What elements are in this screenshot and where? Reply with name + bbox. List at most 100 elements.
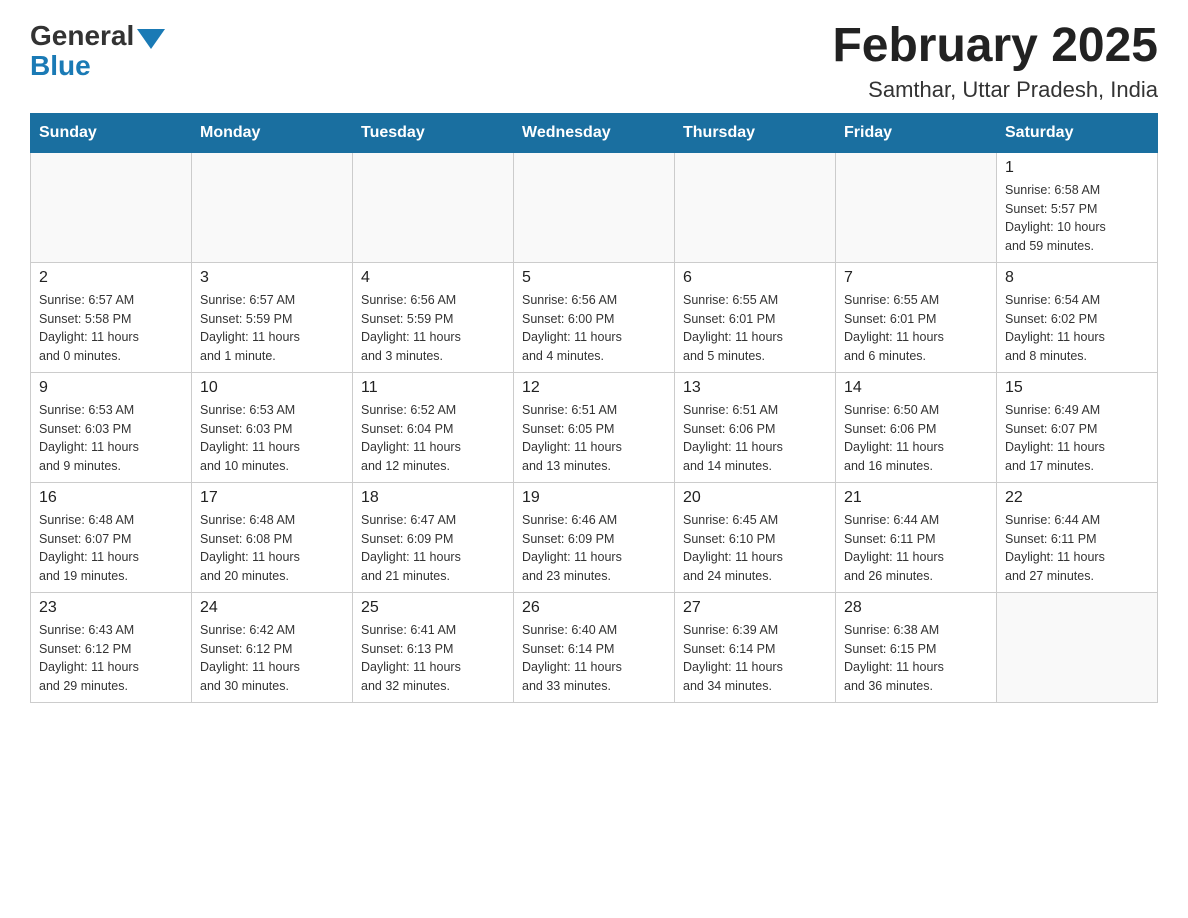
day-info: Sunrise: 6:47 AMSunset: 6:09 PMDaylight:…: [361, 513, 461, 583]
day-info: Sunrise: 6:56 AMSunset: 5:59 PMDaylight:…: [361, 293, 461, 363]
day-number: 10: [200, 379, 344, 397]
calendar-cell: 19Sunrise: 6:46 AMSunset: 6:09 PMDayligh…: [514, 482, 675, 592]
day-info: Sunrise: 6:42 AMSunset: 6:12 PMDaylight:…: [200, 623, 300, 693]
day-number: 27: [683, 599, 827, 617]
day-info: Sunrise: 6:48 AMSunset: 6:07 PMDaylight:…: [39, 513, 139, 583]
day-info: Sunrise: 6:57 AMSunset: 5:58 PMDaylight:…: [39, 293, 139, 363]
day-info: Sunrise: 6:49 AMSunset: 6:07 PMDaylight:…: [1005, 403, 1105, 473]
day-info: Sunrise: 6:41 AMSunset: 6:13 PMDaylight:…: [361, 623, 461, 693]
day-info: Sunrise: 6:50 AMSunset: 6:06 PMDaylight:…: [844, 403, 944, 473]
day-info: Sunrise: 6:54 AMSunset: 6:02 PMDaylight:…: [1005, 293, 1105, 363]
day-number: 18: [361, 489, 505, 507]
day-info: Sunrise: 6:52 AMSunset: 6:04 PMDaylight:…: [361, 403, 461, 473]
day-number: 5: [522, 269, 666, 287]
calendar-cell: 21Sunrise: 6:44 AMSunset: 6:11 PMDayligh…: [836, 482, 997, 592]
weekday-header-thursday: Thursday: [675, 113, 836, 152]
weekday-header-row: SundayMondayTuesdayWednesdayThursdayFrid…: [31, 113, 1158, 152]
day-info: Sunrise: 6:44 AMSunset: 6:11 PMDaylight:…: [844, 513, 944, 583]
calendar-cell: 4 Sunrise: 6:56 AMSunset: 5:59 PMDaylight…: [353, 262, 514, 372]
day-number: 24: [200, 599, 344, 617]
calendar-cell: 26 Sunrise: 6:40 AMSunset: 6:14 PMDayligh…: [514, 592, 675, 702]
week-row-3: 9Sunrise: 6:53 AMSunset: 6:03 PMDaylight…: [31, 372, 1158, 482]
calendar-cell: 10 Sunrise: 6:53 AMSunset: 6:03 PMDayligh…: [192, 372, 353, 482]
calendar-cell: 2 Sunrise: 6:57 AMSunset: 5:58 PMDaylight…: [31, 262, 192, 372]
day-info: Sunrise: 6:39 AMSunset: 6:14 PMDaylight:…: [683, 623, 783, 693]
calendar-cell: 25 Sunrise: 6:41 AMSunset: 6:13 PMDayligh…: [353, 592, 514, 702]
weekday-header-wednesday: Wednesday: [514, 113, 675, 152]
day-number: 7: [844, 269, 988, 287]
week-row-4: 16 Sunrise: 6:48 AMSunset: 6:07 PMDayligh…: [31, 482, 1158, 592]
calendar-body: 1Sunrise: 6:58 AMSunset: 5:57 PMDaylight…: [31, 152, 1158, 702]
day-info: Sunrise: 6:51 AMSunset: 6:05 PMDaylight:…: [522, 403, 622, 473]
calendar-cell: 22 Sunrise: 6:44 AMSunset: 6:11 PMDayligh…: [997, 482, 1158, 592]
calendar-cell: 7 Sunrise: 6:55 AMSunset: 6:01 PMDaylight…: [836, 262, 997, 372]
calendar-cell: 9Sunrise: 6:53 AMSunset: 6:03 PMDaylight…: [31, 372, 192, 482]
day-number: 28: [844, 599, 988, 617]
calendar-cell: 11 Sunrise: 6:52 AMSunset: 6:04 PMDayligh…: [353, 372, 514, 482]
calendar-cell: [836, 152, 997, 262]
calendar-cell: 17Sunrise: 6:48 AMSunset: 6:08 PMDayligh…: [192, 482, 353, 592]
day-number: 14: [844, 379, 988, 397]
week-row-2: 2 Sunrise: 6:57 AMSunset: 5:58 PMDaylight…: [31, 262, 1158, 372]
calendar-cell: 24 Sunrise: 6:42 AMSunset: 6:12 PMDayligh…: [192, 592, 353, 702]
logo: General Blue: [30, 20, 165, 82]
logo-blue-text: Blue: [30, 50, 91, 82]
weekday-header-friday: Friday: [836, 113, 997, 152]
day-number: 13: [683, 379, 827, 397]
day-number: 3: [200, 269, 344, 287]
day-number: 11: [361, 379, 505, 397]
weekday-header-monday: Monday: [192, 113, 353, 152]
day-info: Sunrise: 6:48 AMSunset: 6:08 PMDaylight:…: [200, 513, 300, 583]
calendar-cell: 27 Sunrise: 6:39 AMSunset: 6:14 PMDayligh…: [675, 592, 836, 702]
day-number: 12: [522, 379, 666, 397]
day-info: Sunrise: 6:57 AMSunset: 5:59 PMDaylight:…: [200, 293, 300, 363]
weekday-header-saturday: Saturday: [997, 113, 1158, 152]
day-info: Sunrise: 6:53 AMSunset: 6:03 PMDaylight:…: [200, 403, 300, 473]
calendar-cell: [353, 152, 514, 262]
day-number: 16: [39, 489, 183, 507]
calendar-cell: 13 Sunrise: 6:51 AMSunset: 6:06 PMDayligh…: [675, 372, 836, 482]
day-info: Sunrise: 6:40 AMSunset: 6:14 PMDaylight:…: [522, 623, 622, 693]
day-info: Sunrise: 6:53 AMSunset: 6:03 PMDaylight:…: [39, 403, 139, 473]
day-number: 8: [1005, 269, 1149, 287]
day-number: 26: [522, 599, 666, 617]
calendar-cell: 1Sunrise: 6:58 AMSunset: 5:57 PMDaylight…: [997, 152, 1158, 262]
day-number: 4: [361, 269, 505, 287]
day-info: Sunrise: 6:38 AMSunset: 6:15 PMDaylight:…: [844, 623, 944, 693]
weekday-header-sunday: Sunday: [31, 113, 192, 152]
title-area: February 2025 Samthar, Uttar Pradesh, In…: [832, 20, 1158, 103]
calendar-cell: 3 Sunrise: 6:57 AMSunset: 5:59 PMDaylight…: [192, 262, 353, 372]
day-info: Sunrise: 6:55 AMSunset: 6:01 PMDaylight:…: [683, 293, 783, 363]
day-number: 2: [39, 269, 183, 287]
day-number: 20: [683, 489, 827, 507]
day-info: Sunrise: 6:45 AMSunset: 6:10 PMDaylight:…: [683, 513, 783, 583]
calendar-cell: 8 Sunrise: 6:54 AMSunset: 6:02 PMDaylight…: [997, 262, 1158, 372]
day-number: 19: [522, 489, 666, 507]
page-header: General Blue February 2025 Samthar, Utta…: [30, 20, 1158, 103]
calendar-cell: [675, 152, 836, 262]
calendar-cell: [31, 152, 192, 262]
week-row-5: 23Sunrise: 6:43 AMSunset: 6:12 PMDayligh…: [31, 592, 1158, 702]
day-info: Sunrise: 6:44 AMSunset: 6:11 PMDaylight:…: [1005, 513, 1105, 583]
calendar-cell: 18 Sunrise: 6:47 AMSunset: 6:09 PMDayligh…: [353, 482, 514, 592]
calendar-header: SundayMondayTuesdayWednesdayThursdayFrid…: [31, 113, 1158, 152]
day-info: Sunrise: 6:55 AMSunset: 6:01 PMDaylight:…: [844, 293, 944, 363]
day-number: 15: [1005, 379, 1149, 397]
day-number: 23: [39, 599, 183, 617]
calendar-cell: [514, 152, 675, 262]
calendar-cell: 6Sunrise: 6:55 AMSunset: 6:01 PMDaylight…: [675, 262, 836, 372]
day-number: 22: [1005, 489, 1149, 507]
calendar-cell: 28 Sunrise: 6:38 AMSunset: 6:15 PMDayligh…: [836, 592, 997, 702]
logo-arrow-icon: [137, 29, 165, 49]
week-row-1: 1Sunrise: 6:58 AMSunset: 5:57 PMDaylight…: [31, 152, 1158, 262]
day-info: Sunrise: 6:56 AMSunset: 6:00 PMDaylight:…: [522, 293, 622, 363]
calendar-title: February 2025: [832, 20, 1158, 73]
calendar-cell: [997, 592, 1158, 702]
calendar-cell: 12 Sunrise: 6:51 AMSunset: 6:05 PMDayligh…: [514, 372, 675, 482]
day-number: 25: [361, 599, 505, 617]
calendar-subtitle: Samthar, Uttar Pradesh, India: [832, 77, 1158, 103]
calendar-cell: 15 Sunrise: 6:49 AMSunset: 6:07 PMDayligh…: [997, 372, 1158, 482]
calendar-cell: 23Sunrise: 6:43 AMSunset: 6:12 PMDayligh…: [31, 592, 192, 702]
day-info: Sunrise: 6:51 AMSunset: 6:06 PMDaylight:…: [683, 403, 783, 473]
logo-general-text: General: [30, 20, 134, 52]
